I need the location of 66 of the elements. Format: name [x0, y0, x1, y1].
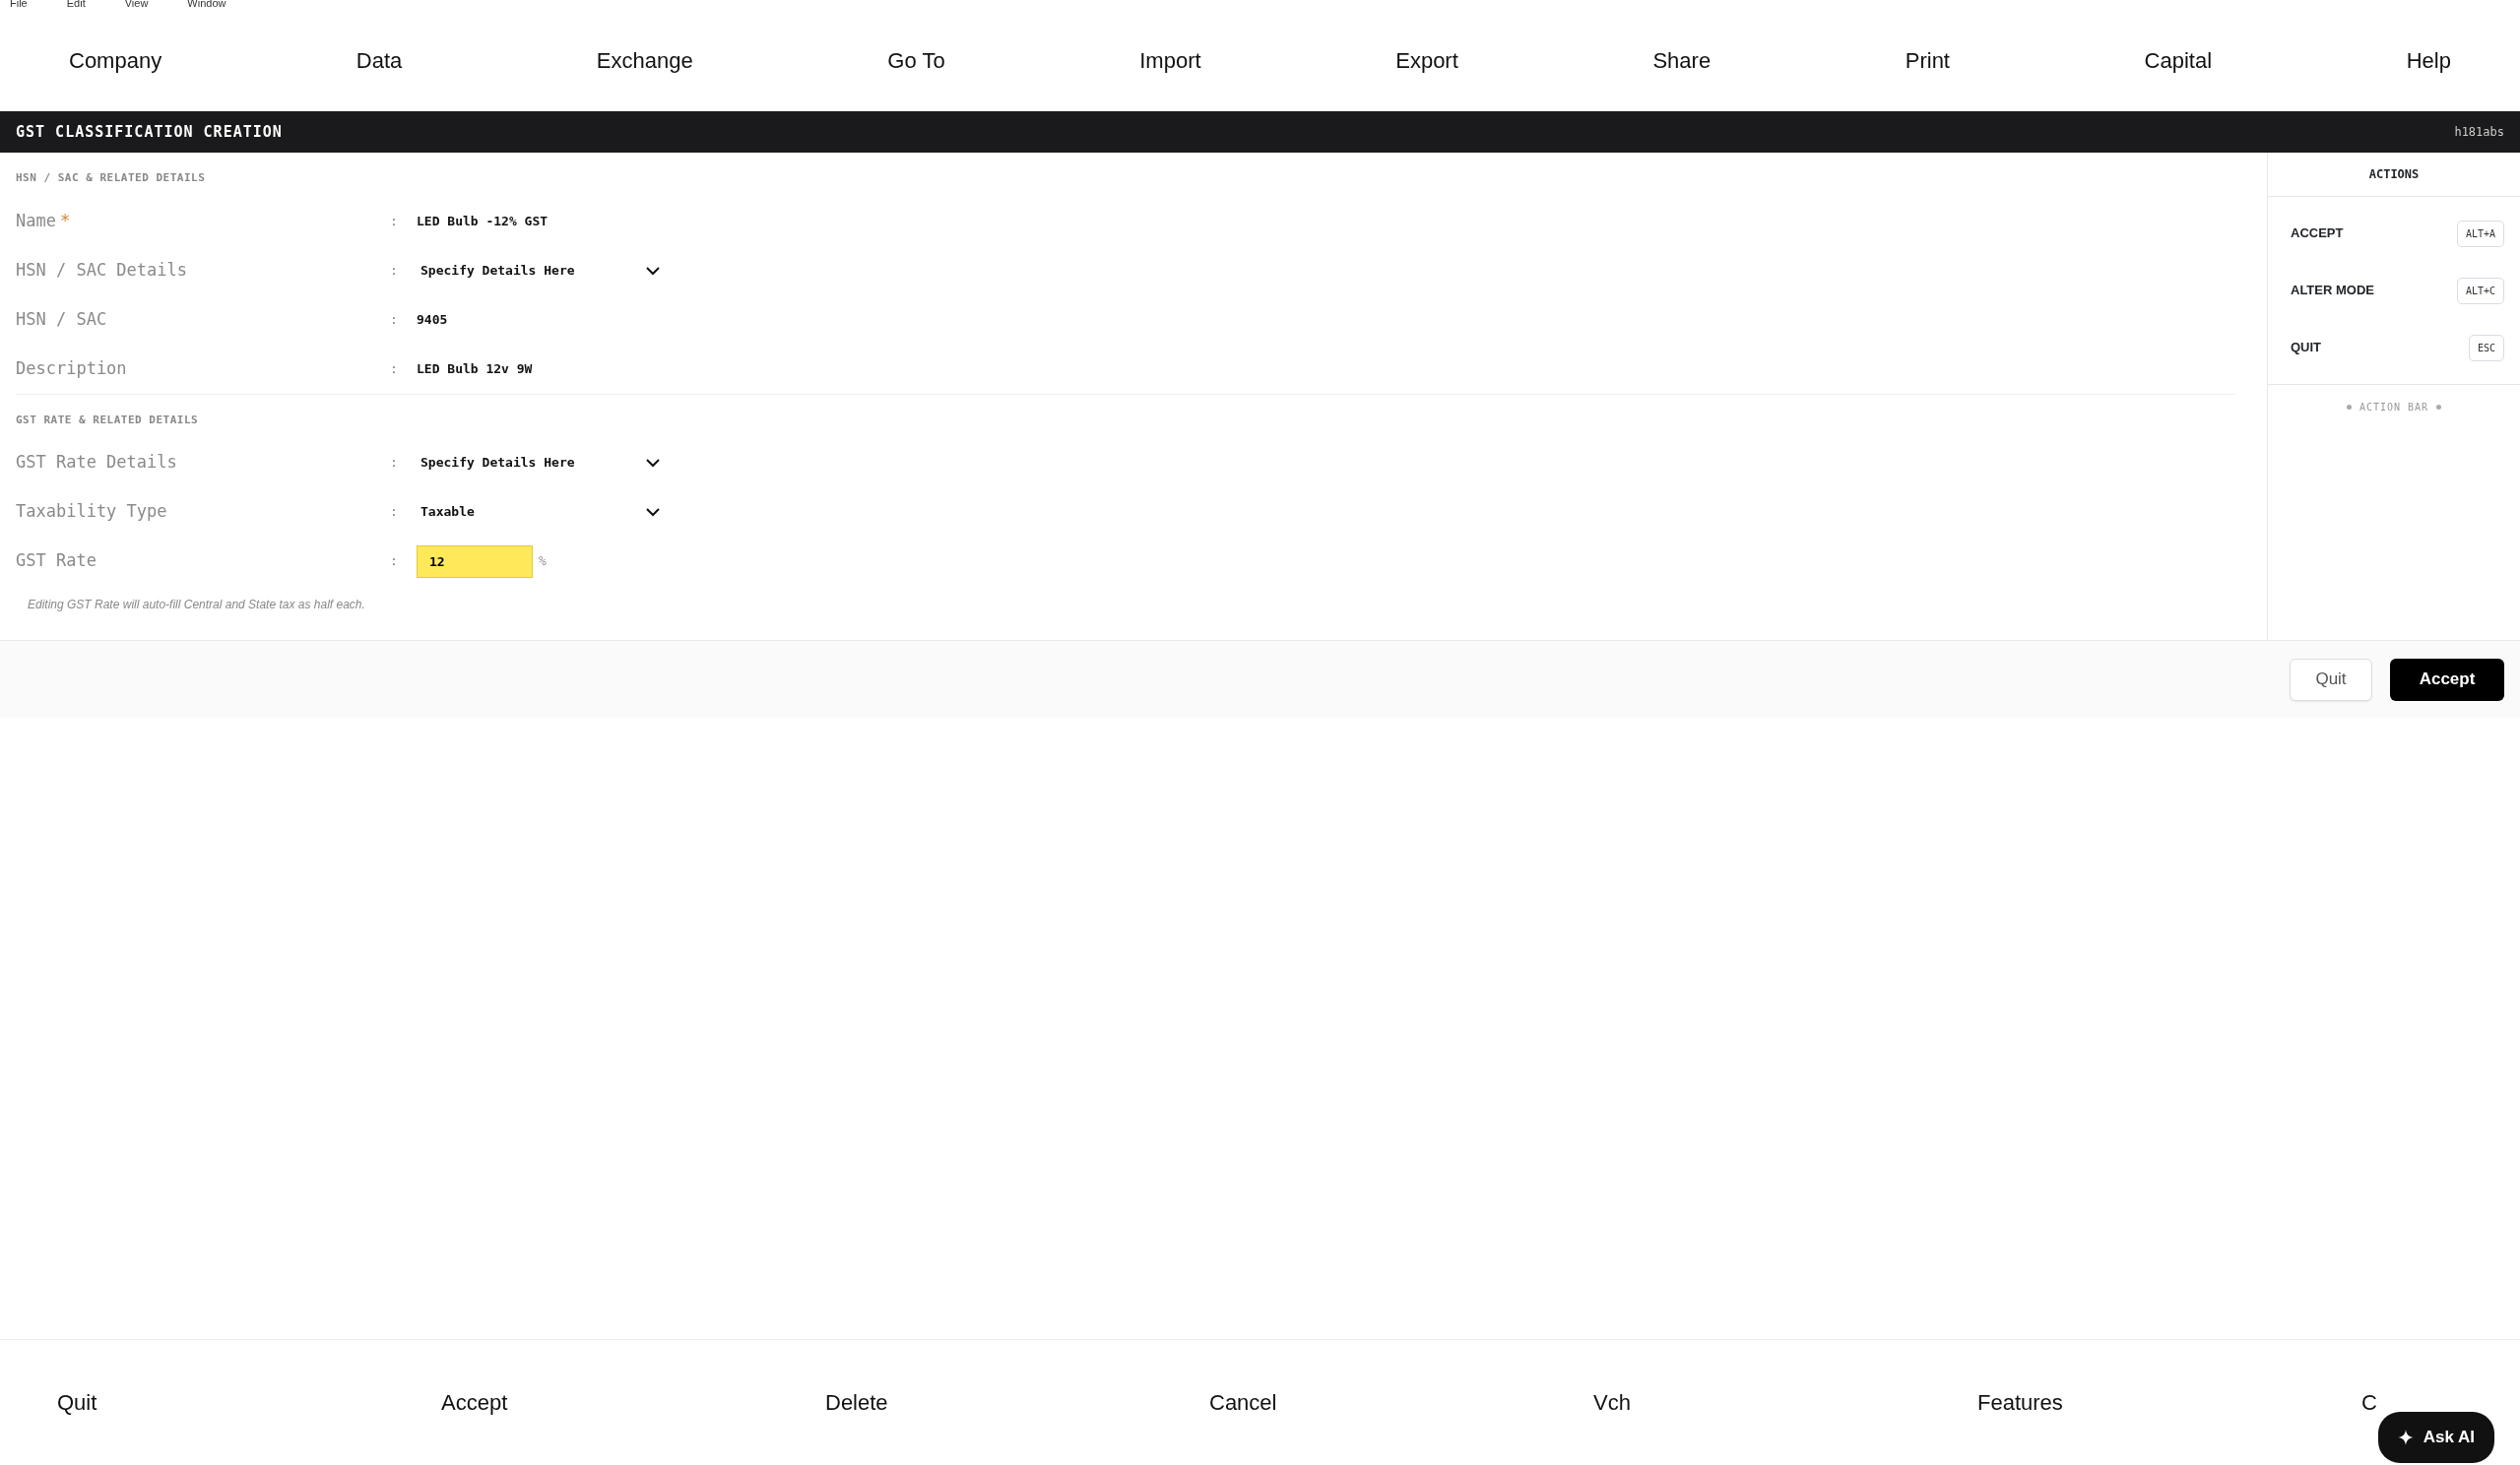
quit-button[interactable]: Quit — [2290, 658, 2372, 701]
action-label[interactable]: QUIT — [2291, 338, 2322, 357]
bottom-bar-item[interactable]: Quit — [57, 1386, 441, 1419]
brand-label: h181abs — [2454, 124, 2504, 141]
colon-separator: : — [390, 213, 398, 228]
colon-separator: : — [390, 311, 398, 327]
dropdown-value[interactable]: Specify Details Here — [420, 453, 575, 473]
ask-ai-button[interactable]: Ask AI — [2377, 1412, 2494, 1463]
menu-item[interactable]: Window — [187, 0, 226, 10]
colon-separator: : — [390, 455, 398, 471]
bottom-bar-item[interactable]: C — [2361, 1386, 2377, 1419]
shortcut-key: ALT+A — [2456, 220, 2504, 247]
menu-item[interactable]: Edit — [66, 0, 86, 10]
menu-item[interactable]: File — [10, 0, 28, 10]
dropdown-value[interactable]: Taxable — [420, 502, 475, 522]
sparkle-icon — [2397, 1430, 2414, 1445]
panel-title: ACTIONS — [2368, 166, 2420, 183]
chevron-down-icon[interactable] — [645, 265, 661, 276]
section-heading: HSN / SAC & RELATED DETAILS — [16, 170, 207, 186]
field-label: HSN / SAC Details — [16, 258, 188, 282]
chevron-down-icon[interactable] — [645, 458, 661, 468]
chevron-down-icon[interactable] — [645, 507, 661, 517]
dot-icon — [2346, 404, 2352, 410]
action-label[interactable]: ACCEPT — [2291, 223, 2344, 243]
input-field[interactable]: 12 — [417, 544, 533, 578]
window-title: GST CLASSIFICATION CREATION — [16, 121, 283, 143]
menu-item[interactable]: Capital — [2144, 44, 2213, 77]
menu-item[interactable]: Print — [1905, 44, 1950, 77]
menu-item[interactable]: Import — [1139, 44, 1201, 77]
shortcut-key: ALT+C — [2456, 277, 2504, 304]
field-value: 9405 — [417, 310, 448, 329]
field-label: GST Rate Details — [16, 451, 178, 475]
unit-label: % — [539, 552, 547, 571]
menu-item[interactable]: Exchange — [596, 44, 693, 77]
field-label: Taxability Type — [16, 500, 168, 524]
colon-separator: : — [390, 504, 398, 520]
bottom-bar-item[interactable]: Delete — [825, 1386, 1209, 1419]
field-label: GST Rate — [16, 549, 97, 573]
section-heading: GST RATE & RELATED DETAILS — [16, 412, 200, 428]
menu-item[interactable]: Share — [1652, 44, 1712, 77]
dropdown-value[interactable]: Specify Details Here — [420, 260, 575, 281]
action-label[interactable]: ALTER MODE — [2291, 281, 2374, 300]
menu-item[interactable]: Data — [355, 44, 403, 77]
field-value: LED Bulb -12% GST — [417, 212, 549, 230]
accept-button[interactable]: Accept — [2390, 658, 2504, 701]
colon-separator: : — [390, 262, 398, 278]
menu-item[interactable]: Go To — [887, 44, 945, 77]
bottom-bar-item[interactable]: Accept — [441, 1386, 825, 1419]
colon-separator: : — [390, 360, 398, 376]
menu-item[interactable]: Help — [2406, 44, 2451, 77]
field-value: LED Bulb 12v 9W — [417, 359, 533, 378]
action-bar-label: ACTION BAR — [2358, 400, 2429, 414]
field-label: Name — [16, 209, 56, 232]
bottom-bar-item[interactable]: Vch — [1593, 1386, 1977, 1419]
field-label: Description — [16, 356, 128, 380]
menu-item[interactable]: View — [124, 0, 149, 10]
shortcut-key: ESC — [2468, 334, 2504, 361]
bottom-bar-item[interactable]: Features — [1977, 1386, 2361, 1419]
colon-separator: : — [390, 553, 398, 569]
hint-text: Editing GST Rate will auto-fill Central and State tax as half each. — [27, 597, 366, 613]
field-label: HSN / SAC — [16, 307, 108, 331]
menu-item[interactable]: Company — [69, 44, 162, 77]
menu-item[interactable]: Export — [1395, 44, 1458, 77]
dot-icon — [2436, 404, 2442, 410]
bottom-bar-item[interactable]: Cancel — [1209, 1386, 1593, 1419]
required-mark: * — [59, 209, 71, 232]
